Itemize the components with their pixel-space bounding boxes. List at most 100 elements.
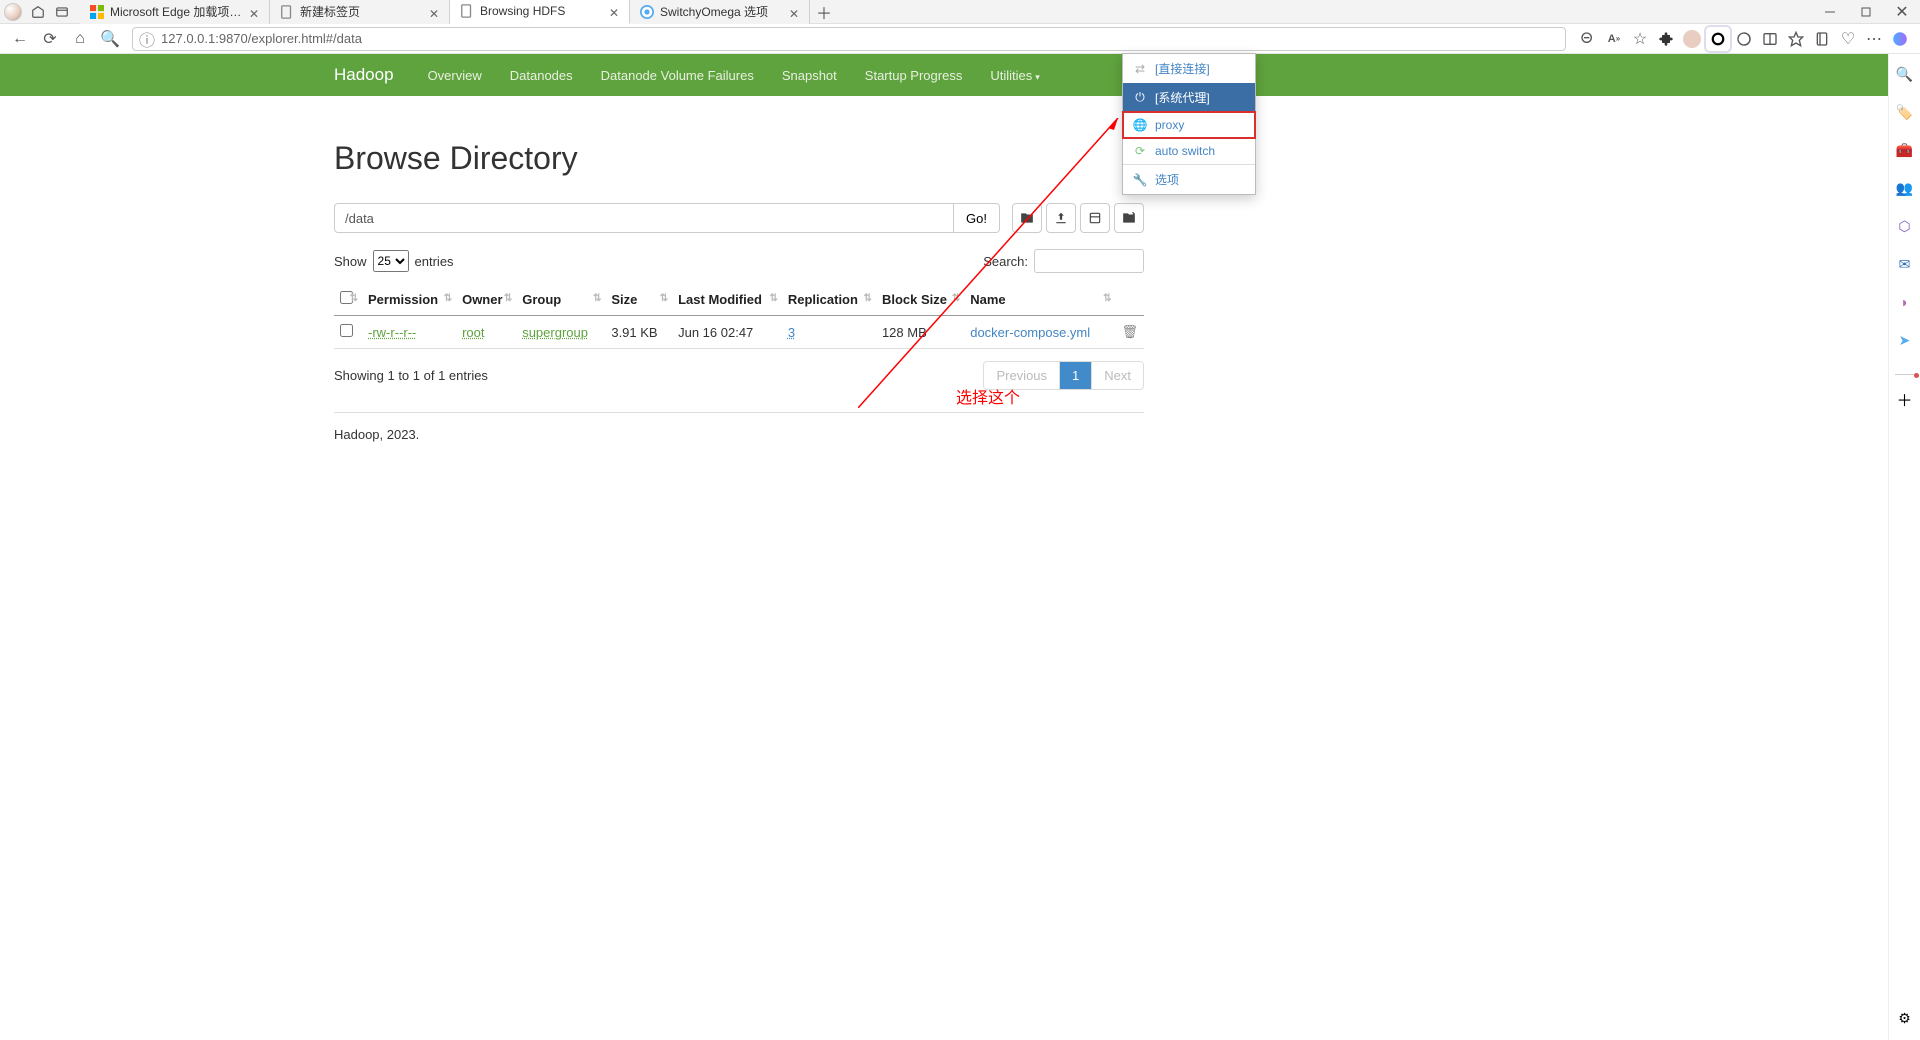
nav-volume-failures[interactable]: Datanode Volume Failures bbox=[587, 56, 768, 95]
titlebar-left bbox=[4, 3, 70, 21]
col-name[interactable]: Name⇅ bbox=[964, 283, 1115, 316]
tab-newtab[interactable]: 新建标签页 ✕ bbox=[270, 0, 450, 24]
sidebar-drop-icon[interactable]: ◗ bbox=[1895, 292, 1915, 312]
table-info: Showing 1 to 1 of 1 entries bbox=[334, 368, 488, 383]
so-item-direct[interactable]: ⇄ [直接连接] bbox=[1123, 54, 1255, 83]
search-label: Search: bbox=[983, 254, 1028, 269]
blocksize-cell: 128 MB bbox=[876, 316, 964, 349]
refresh-button[interactable]: ⟳ bbox=[38, 27, 62, 51]
collections-icon[interactable] bbox=[1810, 27, 1834, 51]
direct-icon: ⇄ bbox=[1133, 62, 1147, 76]
extensions-icon[interactable] bbox=[1654, 27, 1678, 51]
back-button[interactable]: ← bbox=[8, 27, 32, 51]
more-menu-icon[interactable]: ⋯ bbox=[1862, 27, 1886, 51]
tab-close-icon[interactable]: ✕ bbox=[789, 7, 799, 17]
profile-ext-icon[interactable] bbox=[1680, 27, 1704, 51]
ms-favicon-icon bbox=[90, 5, 104, 19]
path-input[interactable] bbox=[334, 203, 954, 233]
so-item-proxy[interactable]: 🌐 proxy bbox=[1123, 112, 1255, 138]
zoom-out-icon[interactable] bbox=[1576, 27, 1600, 51]
sidebar-outlook-icon[interactable]: ✉ bbox=[1895, 254, 1915, 274]
filename-link[interactable]: docker-compose.yml bbox=[970, 325, 1090, 340]
tab-actions-icon[interactable] bbox=[54, 4, 70, 20]
delete-icon[interactable]: 🗑 bbox=[1121, 324, 1138, 339]
col-actions bbox=[1115, 283, 1144, 316]
new-folder-icon[interactable] bbox=[1012, 203, 1042, 233]
search-input[interactable] bbox=[1034, 249, 1144, 273]
cut-icon[interactable] bbox=[1080, 203, 1110, 233]
col-replication[interactable]: Replication⇅ bbox=[782, 283, 876, 316]
copilot-icon[interactable] bbox=[1888, 27, 1912, 51]
nav-startup-progress[interactable]: Startup Progress bbox=[851, 56, 977, 95]
col-permission[interactable]: Permission⇅ bbox=[362, 283, 456, 316]
col-modified[interactable]: Last Modified⇅ bbox=[672, 283, 782, 316]
nav-datanodes[interactable]: Datanodes bbox=[496, 56, 587, 95]
workspaces-icon[interactable] bbox=[30, 4, 46, 20]
read-aloud-icon[interactable]: A» bbox=[1602, 27, 1626, 51]
sort-icon: ⇅ bbox=[504, 295, 512, 303]
sidebar-shopping-icon[interactable]: 🏷️ bbox=[1895, 102, 1915, 122]
row-checkbox[interactable] bbox=[340, 324, 353, 337]
favorites-bar-icon[interactable] bbox=[1784, 27, 1808, 51]
entries-select[interactable]: 25 bbox=[373, 250, 409, 272]
so-item-autoswitch[interactable]: ⟳ auto switch bbox=[1123, 138, 1255, 164]
so-item-system[interactable]: ⏻ [系统代理] bbox=[1123, 83, 1255, 112]
site-info-icon[interactable]: ⓘ bbox=[139, 27, 155, 51]
page-favicon-icon bbox=[460, 4, 474, 18]
maximize-button[interactable] bbox=[1848, 0, 1884, 24]
file-table: ⇅ Permission⇅ Owner⇅ Group⇅ Size⇅ Last M… bbox=[334, 283, 1144, 349]
split-screen-icon[interactable] bbox=[1758, 27, 1782, 51]
home-button[interactable]: ⌂ bbox=[68, 27, 92, 51]
browser-essentials-icon[interactable] bbox=[1732, 27, 1756, 51]
nav-utilities[interactable]: Utilities▾ bbox=[976, 56, 1053, 95]
paste-icon[interactable] bbox=[1114, 203, 1144, 233]
group-link[interactable]: supergroup bbox=[522, 325, 588, 340]
permission-link[interactable]: -rw-r--r-- bbox=[368, 325, 416, 340]
sidebar-settings-icon[interactable]: ⚙ bbox=[1895, 1008, 1915, 1028]
nav-overview[interactable]: Overview bbox=[414, 56, 496, 95]
owner-link[interactable]: root bbox=[462, 325, 484, 340]
new-tab-button[interactable]: ＋ bbox=[810, 0, 838, 24]
performance-icon[interactable]: ♡ bbox=[1836, 27, 1860, 51]
hadoop-brand[interactable]: Hadoop bbox=[334, 65, 394, 85]
favorite-icon[interactable]: ☆ bbox=[1628, 27, 1652, 51]
sidebar-send-icon[interactable]: ➤ bbox=[1895, 330, 1915, 350]
go-button[interactable]: Go! bbox=[954, 203, 1000, 233]
switchyomega-ext-icon[interactable] bbox=[1706, 27, 1730, 51]
replication-link[interactable]: 3 bbox=[788, 325, 795, 340]
so-item-label: auto switch bbox=[1155, 144, 1215, 158]
profile-avatar-icon[interactable] bbox=[4, 3, 22, 21]
sidebar-search-icon[interactable]: 🔍 bbox=[1895, 64, 1915, 84]
page-favicon-icon bbox=[280, 5, 294, 19]
address-bar[interactable]: ⓘ bbox=[132, 27, 1566, 51]
tab-close-icon[interactable]: ✕ bbox=[429, 7, 439, 17]
col-size[interactable]: Size⇅ bbox=[605, 283, 672, 316]
col-owner[interactable]: Owner⇅ bbox=[456, 283, 516, 316]
sidebar-m365-icon[interactable]: ⬡ bbox=[1895, 216, 1915, 236]
tab-edge-addons[interactable]: Microsoft Edge 加载项 - Switchy ✕ bbox=[80, 0, 270, 24]
minimize-button[interactable] bbox=[1812, 0, 1848, 24]
col-group[interactable]: Group⇅ bbox=[516, 283, 605, 316]
so-item-options[interactable]: 🔧 选项 bbox=[1123, 165, 1255, 194]
next-button[interactable]: Next bbox=[1092, 362, 1143, 389]
sidebar-tools-icon[interactable]: 🧰 bbox=[1895, 140, 1915, 160]
table-footer: Showing 1 to 1 of 1 entries Previous 1 N… bbox=[334, 361, 1144, 390]
upload-icon[interactable] bbox=[1046, 203, 1076, 233]
col-blocksize[interactable]: Block Size⇅ bbox=[876, 283, 964, 316]
search-button[interactable]: 🔍 bbox=[98, 27, 122, 51]
sidebar-games-icon[interactable]: 👥 bbox=[1895, 178, 1915, 198]
page-title: Browse Directory bbox=[334, 140, 1144, 177]
tab-switchyomega-options[interactable]: SwitchyOmega 选项 ✕ bbox=[630, 0, 810, 24]
page-1-button[interactable]: 1 bbox=[1060, 362, 1092, 389]
close-window-button[interactable]: ✕ bbox=[1884, 0, 1920, 24]
annotation-text: 选择这个 bbox=[956, 384, 1020, 408]
nav-snapshot[interactable]: Snapshot bbox=[768, 56, 851, 95]
url-input[interactable] bbox=[161, 31, 1559, 46]
sidebar-add-icon[interactable]: ＋ bbox=[1895, 374, 1915, 411]
tab-browsing-hdfs[interactable]: Browsing HDFS ✕ bbox=[450, 0, 630, 24]
tab-close-icon[interactable]: ✕ bbox=[249, 7, 259, 17]
tab-close-icon[interactable]: ✕ bbox=[609, 6, 619, 16]
col-checkbox[interactable]: ⇅ bbox=[334, 283, 362, 316]
sort-icon: ⇅ bbox=[864, 295, 872, 303]
main-container: Browse Directory Go! Show 25 entries Sea… bbox=[334, 96, 1144, 462]
